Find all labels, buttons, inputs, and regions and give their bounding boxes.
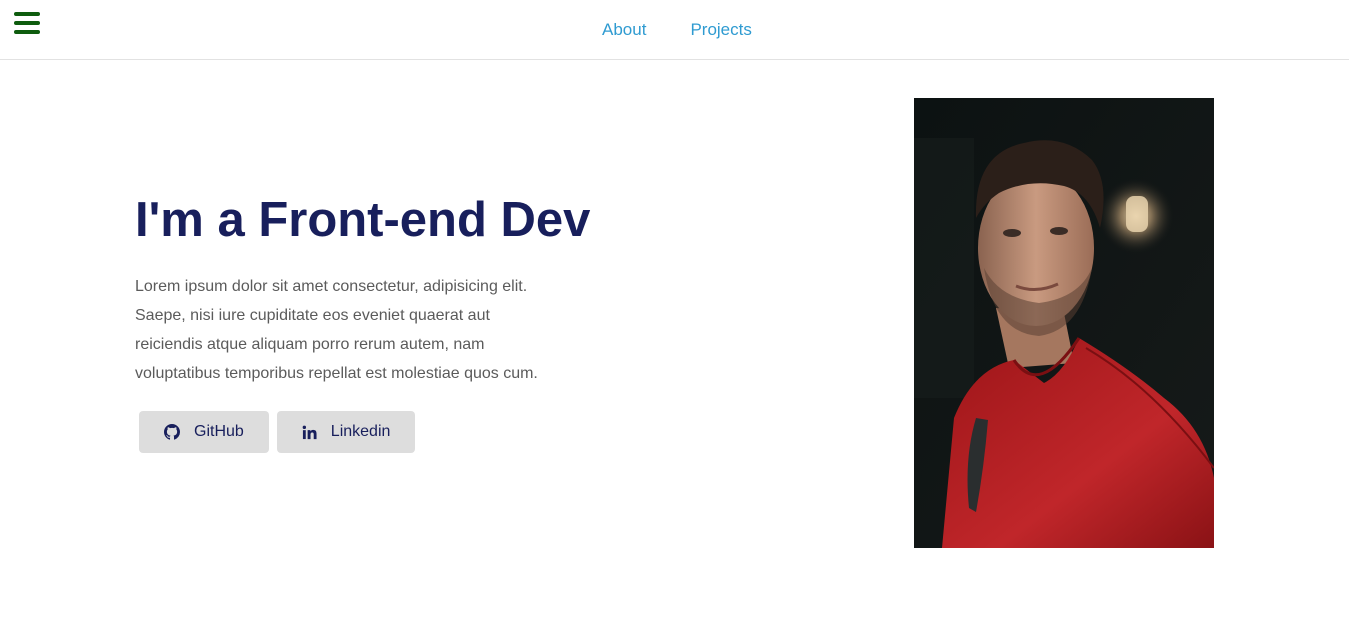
- site-header: About Projects: [0, 0, 1349, 60]
- hamburger-menu-icon[interactable]: [14, 12, 40, 34]
- social-buttons: GitHub Linkedin: [139, 411, 416, 453]
- github-button-label: GitHub: [194, 423, 244, 440]
- linkedin-button-label: Linkedin: [330, 423, 391, 440]
- menu-bar: [14, 30, 40, 34]
- profile-photo: [914, 98, 1214, 548]
- linkedin-icon: [302, 425, 317, 440]
- github-button[interactable]: GitHub: [139, 411, 269, 453]
- nav-link-about[interactable]: About: [602, 20, 646, 40]
- menu-bar: [14, 12, 40, 16]
- github-icon: [164, 424, 180, 440]
- linkedin-button[interactable]: Linkedin: [276, 411, 416, 453]
- menu-bar: [14, 21, 40, 25]
- nav-link-projects[interactable]: Projects: [690, 20, 751, 40]
- hero-description: Lorem ipsum dolor sit amet consectetur, …: [135, 278, 538, 382]
- hero-title: I'm a Front-end Dev: [135, 193, 591, 247]
- main-nav: About Projects: [602, 20, 752, 40]
